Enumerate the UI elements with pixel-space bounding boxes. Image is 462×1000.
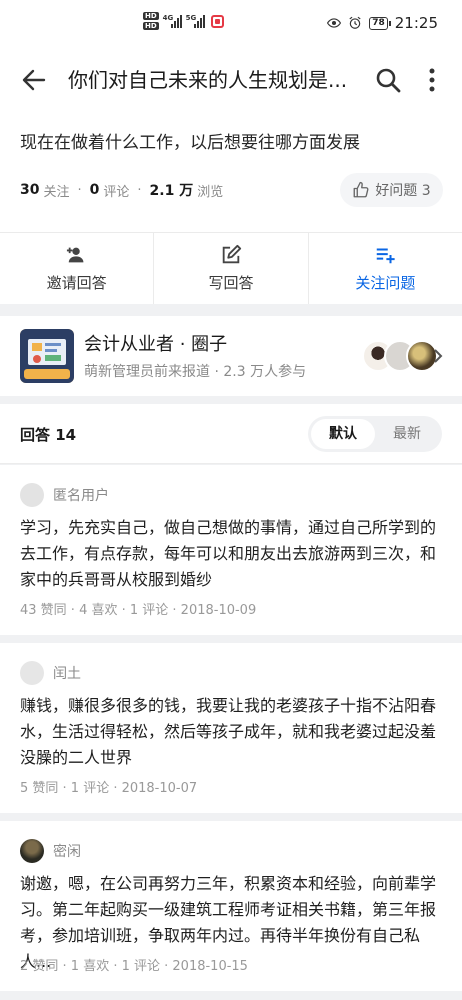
followers-count: 30 bbox=[20, 182, 40, 198]
good-question-button[interactable]: 好问题 3 bbox=[340, 173, 443, 207]
circle-thumbnail bbox=[20, 329, 74, 383]
answer-author[interactable]: 匿名用户 bbox=[20, 483, 109, 507]
author-name: 密闲 bbox=[53, 844, 81, 860]
circle-name: 会计从业者 · 圈子 bbox=[84, 334, 228, 355]
eye-icon bbox=[327, 18, 342, 28]
hd-badges: HD HD bbox=[143, 12, 159, 30]
answer-author[interactable]: 密闲 bbox=[20, 839, 81, 863]
answer-meta: 2 赞同 · 1 喜欢 · 1 评论 · 2018-10-15 bbox=[20, 959, 248, 974]
good-question-label: 好问题 3 bbox=[375, 183, 431, 199]
avatar bbox=[20, 839, 44, 863]
answers-header: 回答 14 默认 最新 bbox=[0, 404, 462, 464]
answer-author[interactable]: 闰土 bbox=[20, 661, 81, 685]
sort-latest-tab[interactable]: 最新 bbox=[375, 419, 439, 449]
answer-text: 学习，先充实自己，做自己想做的事情，通过自己所学到的去工作，有点存款，每年可以和… bbox=[20, 518, 437, 589]
battery-icon: 78 bbox=[369, 16, 391, 30]
more-vertical-icon[interactable] bbox=[424, 66, 440, 94]
hd-badge: HD bbox=[143, 22, 159, 30]
comments-label: 评论 bbox=[103, 184, 130, 200]
views-label: 浏览 bbox=[197, 184, 224, 200]
answer-meta: 5 赞同 · 1 评论 · 2018-10-07 bbox=[20, 781, 198, 796]
search-icon[interactable] bbox=[374, 66, 402, 94]
circle-card[interactable]: 会计从业者 · 圈子 萌新管理员前来报道 · 2.3 万人参与 bbox=[0, 316, 462, 396]
member-avatars bbox=[362, 340, 438, 372]
avatar bbox=[20, 483, 44, 507]
page-title: 你们对自己未来的人生规划是... bbox=[68, 68, 348, 92]
action-bar: 邀请回答 写回答 关注问题 bbox=[0, 232, 462, 304]
question-block: 现在在做着什么工作，以后想要往哪方面发展 30 关注 · 0 评论 · 2.1 … bbox=[0, 108, 462, 232]
follow-question-button[interactable]: 关注问题 bbox=[309, 233, 462, 304]
signal-4g-icon: 4G bbox=[163, 14, 182, 28]
answer-count: 回答 14 bbox=[20, 426, 77, 444]
author-name: 匿名用户 bbox=[53, 488, 109, 504]
answer-text: 赚钱，赚很多很多的钱，我要让我的老婆孩子十指不沾阳春水，生活过得轻松，然后等孩子… bbox=[20, 696, 437, 767]
title-bar: 你们对自己未来的人生规划是... bbox=[0, 52, 462, 108]
circle-subtitle: 萌新管理员前来报道 · 2.3 万人参与 bbox=[84, 364, 307, 380]
invite-user-icon bbox=[66, 247, 84, 263]
sort-default-tab[interactable]: 默认 bbox=[311, 419, 375, 449]
follow-list-icon bbox=[377, 248, 395, 264]
views-count: 2.1 万 bbox=[149, 183, 194, 199]
invite-answer-label: 邀请回答 bbox=[46, 274, 107, 292]
sort-toggle: 默认 最新 bbox=[308, 416, 442, 452]
edit-icon bbox=[222, 244, 242, 264]
recording-icon bbox=[210, 14, 224, 28]
status-right: 78 21:25 bbox=[327, 14, 438, 32]
thumbs-up-icon bbox=[353, 181, 369, 198]
author-name: 闰土 bbox=[53, 666, 81, 682]
follow-question-label: 关注问题 bbox=[355, 274, 416, 292]
chevron-right-icon bbox=[434, 349, 443, 363]
write-answer-label: 写回答 bbox=[208, 274, 254, 292]
comments-count: 0 bbox=[89, 182, 100, 198]
signal-5g-icon: 5G bbox=[186, 14, 205, 28]
back-arrow-icon[interactable] bbox=[20, 66, 48, 94]
question-text: 现在在做着什么工作，以后想要往哪方面发展 bbox=[20, 133, 360, 153]
hd-badge: HD bbox=[143, 12, 159, 20]
answer-card[interactable]: 闰土 赚钱，赚很多很多的钱，我要让我的老婆孩子十指不沾阳春水，生活过得轻松，然后… bbox=[0, 643, 462, 813]
alarm-icon bbox=[349, 16, 361, 29]
status-bar: HD HD 4G 5G 78 21:25 bbox=[0, 0, 462, 52]
followers-label: 关注 bbox=[43, 184, 70, 200]
answer-meta: 43 赞同 · 4 喜欢 · 1 评论 · 2018-10-09 bbox=[20, 603, 257, 618]
invite-answer-button[interactable]: 邀请回答 bbox=[0, 233, 155, 304]
avatar bbox=[20, 661, 44, 685]
status-left: HD HD 4G 5G bbox=[143, 12, 224, 30]
question-stats: 30 关注 · 0 评论 · 2.1 万 浏览 bbox=[20, 182, 224, 200]
answer-card[interactable]: 匿名用户 学习，先充实自己，做自己想做的事情，通过自己所学到的去工作，有点存款，… bbox=[0, 465, 462, 635]
answer-card[interactable]: 密闲 谢邀，嗯，在公司再努力三年，积累资本和经验，向前辈学习。第二年起购买一级建… bbox=[0, 821, 462, 991]
clock: 21:25 bbox=[394, 14, 438, 32]
write-answer-button[interactable]: 写回答 bbox=[154, 233, 309, 304]
